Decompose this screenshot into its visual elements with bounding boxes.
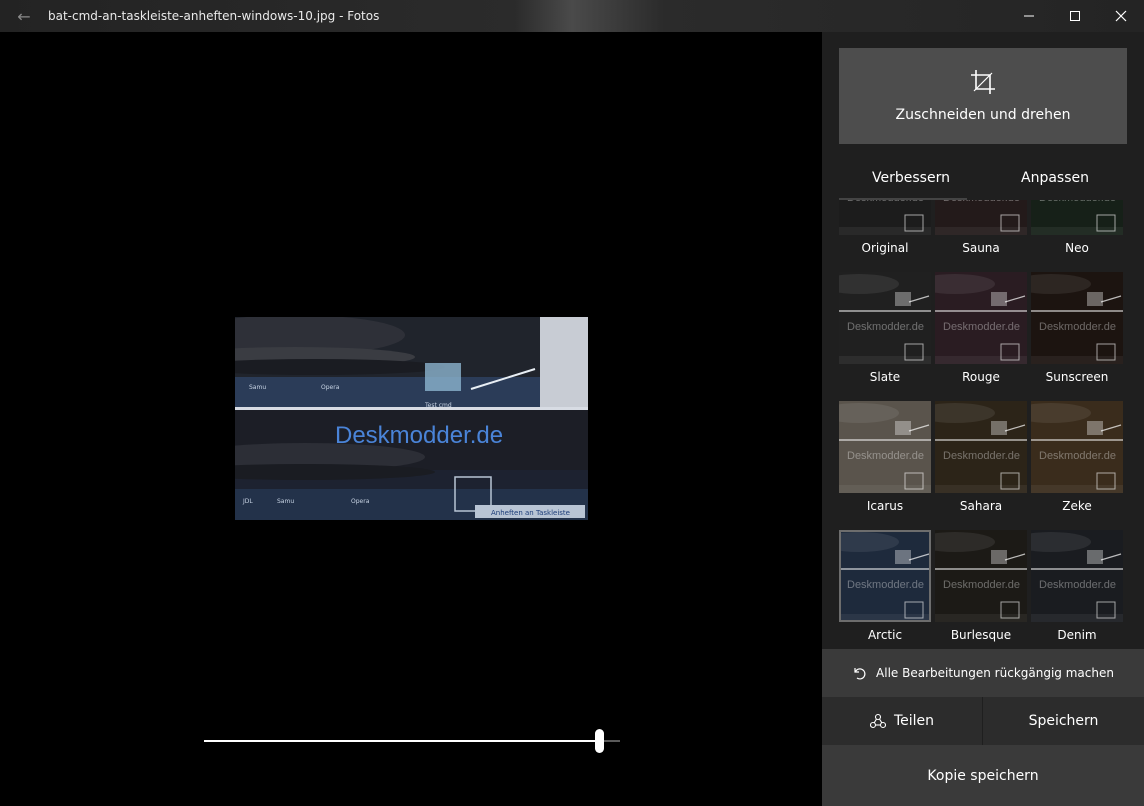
filter-label: Rouge — [962, 370, 1000, 384]
filter-label: Arctic — [867, 628, 903, 642]
svg-text:Deskmodder.de: Deskmodder.de — [1039, 200, 1116, 204]
filter-thumbnail: Deskmodder.de — [1031, 200, 1123, 235]
filter-thumbnail: Deskmodder.de — [935, 530, 1027, 622]
filter-label: Sunscreen — [1045, 370, 1109, 384]
filter-original[interactable]: Deskmodder.de Original — [839, 200, 931, 257]
filter-thumbnail: Deskmodder.de — [935, 401, 1027, 493]
taskbar-label-opera-bottom: Opera — [351, 498, 370, 505]
filter-label: Sahara — [959, 499, 1003, 513]
filter-label: Original — [861, 241, 909, 255]
filter-label: Slate — [869, 370, 901, 384]
svg-text:Deskmodder.de: Deskmodder.de — [847, 321, 924, 333]
save-copy-button[interactable]: Kopie speichern — [822, 745, 1144, 806]
svg-text:Deskmodder.de: Deskmodder.de — [1039, 321, 1116, 333]
taskbar-label-samu-bottom: Samu — [277, 498, 294, 505]
filter-row: Deskmodder.de Slate Deskmodder.de Rouge Desk… — [839, 272, 1127, 386]
filter-thumbnail: Deskmodder.de — [839, 200, 931, 235]
crop-rotate-label: Zuschneiden und drehen — [895, 107, 1071, 123]
filter-label: Burlesque — [950, 628, 1012, 642]
taskbar-label-jdl: JDL — [242, 498, 253, 505]
svg-text:Deskmodder.de: Deskmodder.de — [847, 200, 924, 204]
minimize-icon — [1024, 15, 1034, 17]
intensity-slider[interactable] — [204, 729, 620, 753]
photo-watermark: Deskmodder.de — [335, 422, 503, 449]
edit-panel: Zuschneiden und drehen Verbessern Anpass… — [822, 32, 1144, 806]
filter-row: Deskmodder.deOriginalDeskmodder.deSaunaD… — [839, 200, 1127, 257]
taskbar-label-opera-top: Opera — [321, 384, 340, 391]
share-icon — [869, 713, 886, 729]
svg-text:Deskmodder.de: Deskmodder.de — [1039, 579, 1116, 591]
filter-denim[interactable]: Deskmodder.de Denim — [1031, 530, 1123, 644]
filter-thumbnail: Deskmodder.de — [1031, 401, 1123, 493]
filter-zeke[interactable]: Deskmodder.de Zeke — [1031, 401, 1123, 515]
filter-label: Sauna — [962, 241, 1000, 255]
filter-list[interactable]: Deskmodder.deOriginalDeskmodder.deSaunaD… — [839, 200, 1127, 648]
taskbar-label-samu-top: Samu — [249, 384, 266, 391]
slider-fill — [204, 740, 600, 742]
svg-text:Deskmodder.de: Deskmodder.de — [943, 450, 1020, 462]
close-icon — [1115, 10, 1127, 22]
filter-thumbnail: Deskmodder.de — [839, 272, 931, 364]
filter-neo[interactable]: Deskmodder.de Neo — [1031, 200, 1123, 257]
maximize-icon — [1070, 11, 1080, 21]
crop-rotate-button[interactable]: Zuschneiden und drehen — [839, 48, 1127, 144]
action-row: Teilen Speichern — [822, 697, 1144, 745]
crop-rotate-icon — [971, 70, 995, 94]
filter-label: Icarus — [866, 499, 904, 513]
svg-text:Deskmodder.de: Deskmodder.de — [943, 200, 1020, 204]
title-bar: ← bat-cmd-an-taskleiste-anheften-windows… — [0, 0, 1144, 32]
filter-label: Zeke — [1062, 499, 1092, 513]
svg-text:Deskmodder.de: Deskmodder.de — [943, 321, 1020, 333]
minimize-button[interactable] — [1006, 0, 1052, 32]
filter-thumbnail: Deskmodder.de — [839, 530, 931, 622]
share-label: Teilen — [893, 713, 935, 729]
svg-text:Deskmodder.de: Deskmodder.de — [847, 450, 924, 462]
tab-verbessern[interactable]: Verbessern — [839, 162, 983, 200]
filter-rouge[interactable]: Deskmodder.de Rouge — [935, 272, 1027, 386]
photo-preview: Samu Opera Test cmd Deskmodder.de JDL Sa… — [235, 317, 588, 520]
undo-all-label: Alle Bearbeitungen rückgängig machen — [876, 666, 1114, 680]
svg-text:Deskmodder.de: Deskmodder.de — [847, 579, 924, 591]
save-button[interactable]: Speichern — [983, 697, 1144, 745]
window-title: bat-cmd-an-taskleiste-anheften-windows-1… — [48, 9, 380, 23]
filter-thumbnail: Deskmodder.de — [935, 200, 1027, 235]
edit-tabs: Verbessern Anpassen — [839, 162, 1127, 200]
photo-image: Samu Opera Test cmd Deskmodder.de JDL Sa… — [235, 317, 588, 520]
svg-text:Deskmodder.de: Deskmodder.de — [943, 579, 1020, 591]
filter-icarus[interactable]: Deskmodder.de Icarus — [839, 401, 931, 515]
undo-icon — [854, 668, 866, 680]
photo-canvas[interactable]: Samu Opera Test cmd Deskmodder.de JDL Sa… — [0, 32, 822, 806]
close-button[interactable] — [1098, 0, 1144, 32]
svg-text:Deskmodder.de: Deskmodder.de — [1039, 450, 1116, 462]
filter-thumbnail: Deskmodder.de — [839, 401, 931, 493]
filter-row: Deskmodder.de Icarus Deskmodder.de Sahara De… — [839, 401, 1127, 515]
slider-thumb[interactable] — [595, 729, 605, 753]
filter-thumbnail: Deskmodder.de — [935, 272, 1027, 364]
maximize-button[interactable] — [1052, 0, 1098, 32]
filter-label: Denim — [1057, 628, 1097, 642]
filter-row: Deskmodder.de Arctic Deskmodder.de Burlesqu… — [839, 530, 1127, 644]
filter-sahara[interactable]: Deskmodder.de Sahara — [935, 401, 1027, 515]
photo-tooltip: Anheften an Taskleiste — [491, 509, 570, 517]
filter-label: Neo — [1065, 241, 1089, 255]
filter-burlesque[interactable]: Deskmodder.de Burlesque — [935, 530, 1027, 644]
share-button[interactable]: Teilen — [822, 697, 983, 745]
filter-thumbnail: Deskmodder.de — [1031, 272, 1123, 364]
filter-slate[interactable]: Deskmodder.de Slate — [839, 272, 931, 386]
filter-thumbnail: Deskmodder.de — [1031, 530, 1123, 622]
filter-arctic[interactable]: Deskmodder.de Arctic — [839, 530, 931, 644]
undo-all-button[interactable]: Alle Bearbeitungen rückgängig machen — [822, 649, 1144, 697]
back-arrow-icon[interactable]: ← — [0, 0, 48, 32]
filter-sunscreen[interactable]: Deskmodder.de Sunscreen — [1031, 272, 1123, 386]
tab-anpassen[interactable]: Anpassen — [983, 162, 1127, 200]
filter-sauna[interactable]: Deskmodder.de Sauna — [935, 200, 1027, 257]
